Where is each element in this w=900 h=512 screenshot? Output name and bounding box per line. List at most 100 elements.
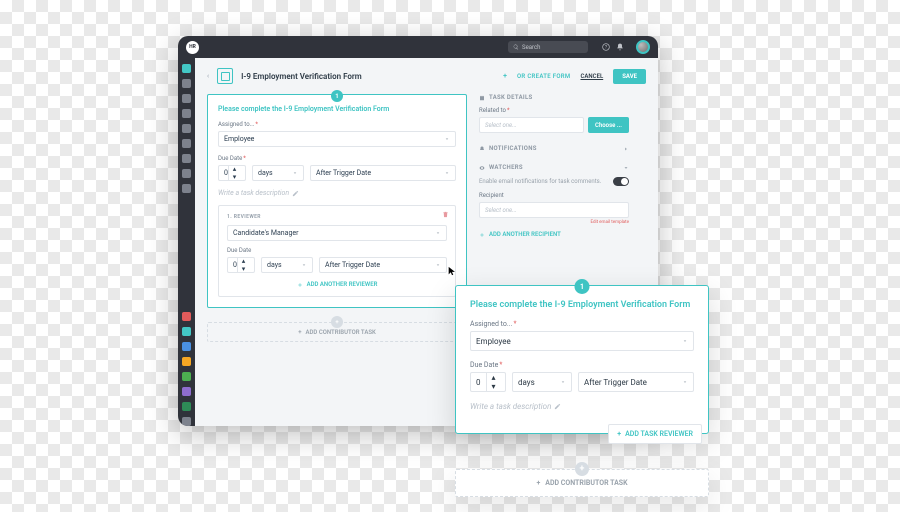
quantity-stepper[interactable]: ▴▾ [237,257,249,273]
due-unit-select[interactable]: days [252,165,304,181]
avatar[interactable] [636,40,650,54]
add-task-reviewer-label: ADD TASK REVIEWER [625,430,693,438]
trash-icon[interactable] [442,211,449,218]
page-header: ‹ I-9 Employment Verification Form + OR … [207,68,646,84]
rail-item[interactable] [182,342,191,351]
plus-icon: + [503,72,507,80]
watchers-heading[interactable]: WATCHERS [479,164,629,171]
due-qty-input[interactable]: 0 ▴▾ [470,372,506,392]
plus-icon: + [331,316,343,328]
reviewer-value: Candidate's Manager [233,229,299,237]
description-input[interactable]: Write a task description [470,402,551,411]
cancel-link[interactable]: CANCEL [580,73,603,80]
rail-item[interactable] [182,327,191,336]
recipient-select[interactable]: Select one... [479,202,629,218]
add-contributor-button[interactable]: + +ADD CONTRIBUTOR TASK [207,322,467,342]
help-icon[interactable]: ? [602,43,610,51]
plus-icon [479,232,485,238]
page-title: I-9 Employment Verification Form [241,72,362,81]
rail-item[interactable] [182,109,191,118]
reviewer-card: 1. REVIEWER Candidate's Manager Due Date… [218,205,456,297]
add-recipient-label: ADD ANOTHER RECIPIENT [489,231,561,238]
rail-item[interactable] [182,402,191,411]
rail-item[interactable] [182,184,191,193]
chevron-down-icon [435,262,441,268]
due-rel-select[interactable]: After Trigger Date [578,372,694,392]
rail-item[interactable] [182,64,191,73]
description-input[interactable]: Write a task description [218,189,289,197]
related-label: Related to [479,107,629,114]
reviewer-unit-select[interactable]: days [261,257,313,273]
assigned-select[interactable]: Employee [470,331,694,351]
quantity-stepper[interactable]: ▴▾ [486,373,500,391]
due-unit: days [258,169,273,177]
due-qty-input[interactable]: 0 ▴▾ [218,165,246,181]
rail-item[interactable] [182,79,191,88]
rail-item[interactable] [182,417,191,426]
related-placeholder: Select one... [485,122,517,129]
clipboard-icon [479,95,485,101]
rail-item[interactable] [182,124,191,133]
cursor-icon [447,266,457,276]
add-contributor-label: ADD CONTRIBUTOR TASK [306,329,376,336]
rail-item[interactable] [182,169,191,178]
plus-icon [297,282,303,288]
due-rel: After Trigger Date [316,169,371,177]
back-icon[interactable]: ‹ [207,72,209,80]
chevron-down-icon [682,379,688,385]
create-form-link[interactable]: OR CREATE FORM [517,73,570,80]
edit-template-link[interactable]: Edit email template [479,220,629,225]
rail-item[interactable] [182,154,191,163]
recipient-label: Recipient [479,192,629,199]
due-unit-select[interactable]: days [512,372,572,392]
pencil-icon [292,190,299,197]
due-unit: days [518,378,535,387]
step-badge: 1 [575,279,590,294]
add-task-reviewer-button[interactable]: + ADD TASK REVIEWER [608,424,702,444]
reviewer-rel-select[interactable]: After Trigger Date [319,257,447,273]
rail-item[interactable] [182,372,191,381]
assigned-label: Assigned to... [470,320,694,328]
reviewer-qty-input[interactable]: 0 ▴▾ [227,257,255,273]
add-contributor-button[interactable]: + +ADD CONTRIBUTOR TASK [455,469,709,497]
reviewer-label: 1. REVIEWER [227,214,447,220]
related-select[interactable]: Select one... [479,117,584,133]
assigned-value: Employee [224,135,254,143]
notifications-toggle[interactable] [613,177,629,186]
nav-rail [178,58,195,426]
save-button[interactable]: SAVE [613,69,646,84]
rail-item[interactable] [182,94,191,103]
reviewer-select[interactable]: Candidate's Manager [227,225,447,241]
card-heading: Please complete the I-9 Employment Verif… [218,105,456,113]
plus-icon: + [575,462,589,476]
reviewer-due-label: Due Date [227,247,447,254]
reviewer-unit: days [267,261,282,269]
rail-item[interactable] [182,312,191,321]
choose-button[interactable]: Choose ... [588,117,629,133]
rail-item[interactable] [182,139,191,148]
bell-icon[interactable] [616,43,624,51]
chevron-down-icon [292,170,298,176]
due-rel-select[interactable]: After Trigger Date [310,165,456,181]
add-reviewer-button[interactable]: ADD ANOTHER REVIEWER [227,281,447,288]
eye-icon [479,165,485,171]
add-recipient-button[interactable]: ADD ANOTHER RECIPIENT [479,231,629,238]
chevron-down-icon [682,338,688,344]
search-input[interactable]: Search [508,41,588,53]
hr-logo-icon: HR [186,41,199,54]
chevron-down-icon [560,379,566,385]
chevron-down-icon [444,136,450,142]
quantity-stepper[interactable]: ▴▾ [228,165,240,181]
rail-item[interactable] [182,387,191,396]
due-label: Due Date [218,155,456,162]
notifications-heading[interactable]: NOTIFICATIONS [479,145,629,152]
chevron-down-icon [444,170,450,176]
assigned-select[interactable]: Employee [218,131,456,147]
chevron-down-icon [435,230,441,236]
recipient-placeholder: Select one... [485,207,517,214]
rail-item[interactable] [182,357,191,366]
due-rel: After Trigger Date [584,378,647,387]
top-icons: ? [602,43,624,51]
add-reviewer-label: ADD ANOTHER REVIEWER [307,281,378,288]
task-card-zoom: 1 Please complete the I-9 Employment Ver… [455,285,709,434]
